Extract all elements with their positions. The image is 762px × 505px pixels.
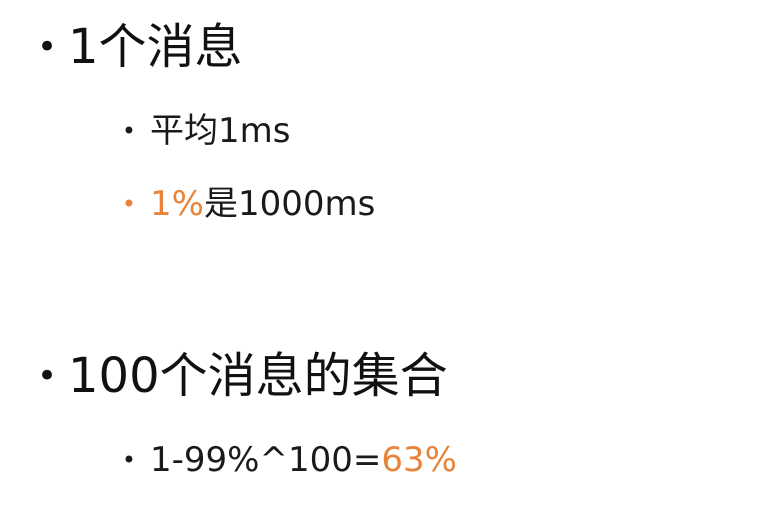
bullet-dot: • (121, 117, 137, 145)
bullet-dot: • (121, 446, 137, 474)
slide: • 1个消息 • 平均1ms • 1% 是1000ms • 100个消息的集合 … (0, 0, 762, 505)
sub-bullet-one-percent: • 1% 是1000ms (108, 182, 375, 226)
highlight-text: 63% (381, 440, 457, 480)
bullet-dot: • (121, 190, 137, 218)
bullet-dot: • (36, 356, 58, 396)
bullet-text: 100个消息的集合 (68, 348, 448, 404)
bullet-text: 平均1ms (150, 111, 291, 151)
bullet-text: 1个消息 (68, 19, 243, 75)
bullet-item-hundred-messages: • 100个消息的集合 (26, 346, 448, 406)
highlight-text: 1% (150, 184, 204, 224)
bullet-text: 是1000ms (203, 184, 376, 224)
formula-text: 1-99%^100= (150, 440, 382, 480)
sub-bullet-formula: • 1-99%^100= 63% (108, 438, 457, 482)
bullet-dot: • (36, 27, 58, 67)
bullet-item-one-message: • 1个消息 (26, 17, 243, 77)
sub-bullet-average: • 平均1ms (108, 109, 291, 153)
